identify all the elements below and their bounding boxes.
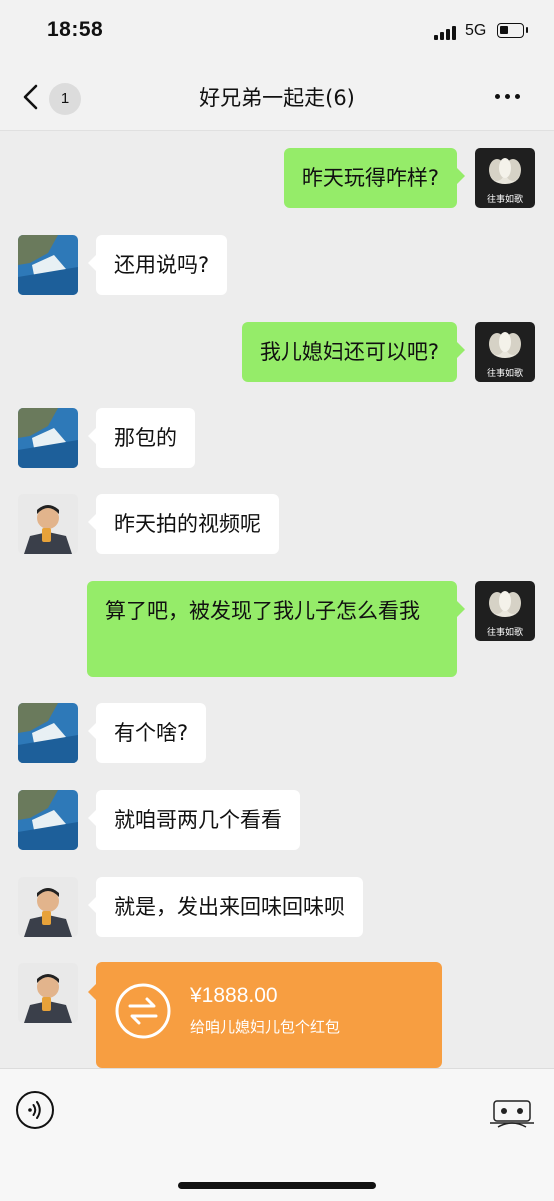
- chat-title: 好兄弟一起走(6): [199, 86, 355, 110]
- incoming-message[interactable]: 还用说吗?: [87, 235, 228, 295]
- sticker-icon[interactable]: [488, 1091, 536, 1131]
- avatar-man[interactable]: [18, 963, 78, 1023]
- avatar-man[interactable]: [18, 494, 78, 554]
- avatar-man[interactable]: [18, 877, 78, 937]
- signal-icon: [434, 26, 458, 40]
- voice-input-icon[interactable]: [16, 1091, 54, 1129]
- network-type: 5G: [465, 22, 487, 39]
- red-packet-amount: ¥1888.00: [190, 984, 278, 1007]
- status-bar: 18:58 5G: [0, 0, 554, 64]
- battery-icon: [497, 23, 528, 38]
- transfer-icon: [114, 982, 172, 1040]
- avatar-self[interactable]: 往事如歌: [475, 322, 535, 382]
- red-packet-message[interactable]: ¥1888.00 给咱儿媳妇儿包个红包: [88, 962, 442, 1068]
- avatar-sea[interactable]: [18, 703, 78, 763]
- status-time: 18:58: [47, 18, 104, 41]
- incoming-message[interactable]: 有个啥?: [87, 703, 207, 763]
- outgoing-message[interactable]: 算了吧，被发现了我儿子怎么看我: [87, 581, 465, 677]
- outgoing-message[interactable]: 我儿媳妇还可以吧?: [241, 322, 466, 382]
- incoming-message[interactable]: 那包的: [88, 408, 195, 468]
- avatar-self[interactable]: 往事如歌: [475, 148, 535, 208]
- avatar-caption: 往事如歌: [487, 367, 523, 379]
- avatar-caption: 往事如歌: [487, 626, 523, 638]
- outgoing-message[interactable]: 昨天玩得咋样?: [283, 148, 466, 208]
- incoming-message[interactable]: 就是，发出来回味回味呗: [88, 877, 363, 937]
- avatar-sea[interactable]: [18, 408, 78, 468]
- avatar-self[interactable]: 往事如歌: [475, 581, 535, 641]
- red-packet-note: 给咱儿媳妇儿包个红包: [190, 1018, 341, 1036]
- incoming-message[interactable]: 昨天拍的视频呢: [88, 494, 279, 554]
- home-indicator[interactable]: [178, 1182, 376, 1189]
- incoming-message[interactable]: 就咱哥两几个看看: [88, 790, 300, 850]
- more-options-icon[interactable]: [495, 94, 525, 100]
- avatar-sea[interactable]: [18, 790, 78, 850]
- avatar-caption: 往事如歌: [487, 193, 523, 205]
- avatar-sea[interactable]: [18, 235, 78, 295]
- chat-header: 1 好兄弟一起走(6): [0, 64, 554, 131]
